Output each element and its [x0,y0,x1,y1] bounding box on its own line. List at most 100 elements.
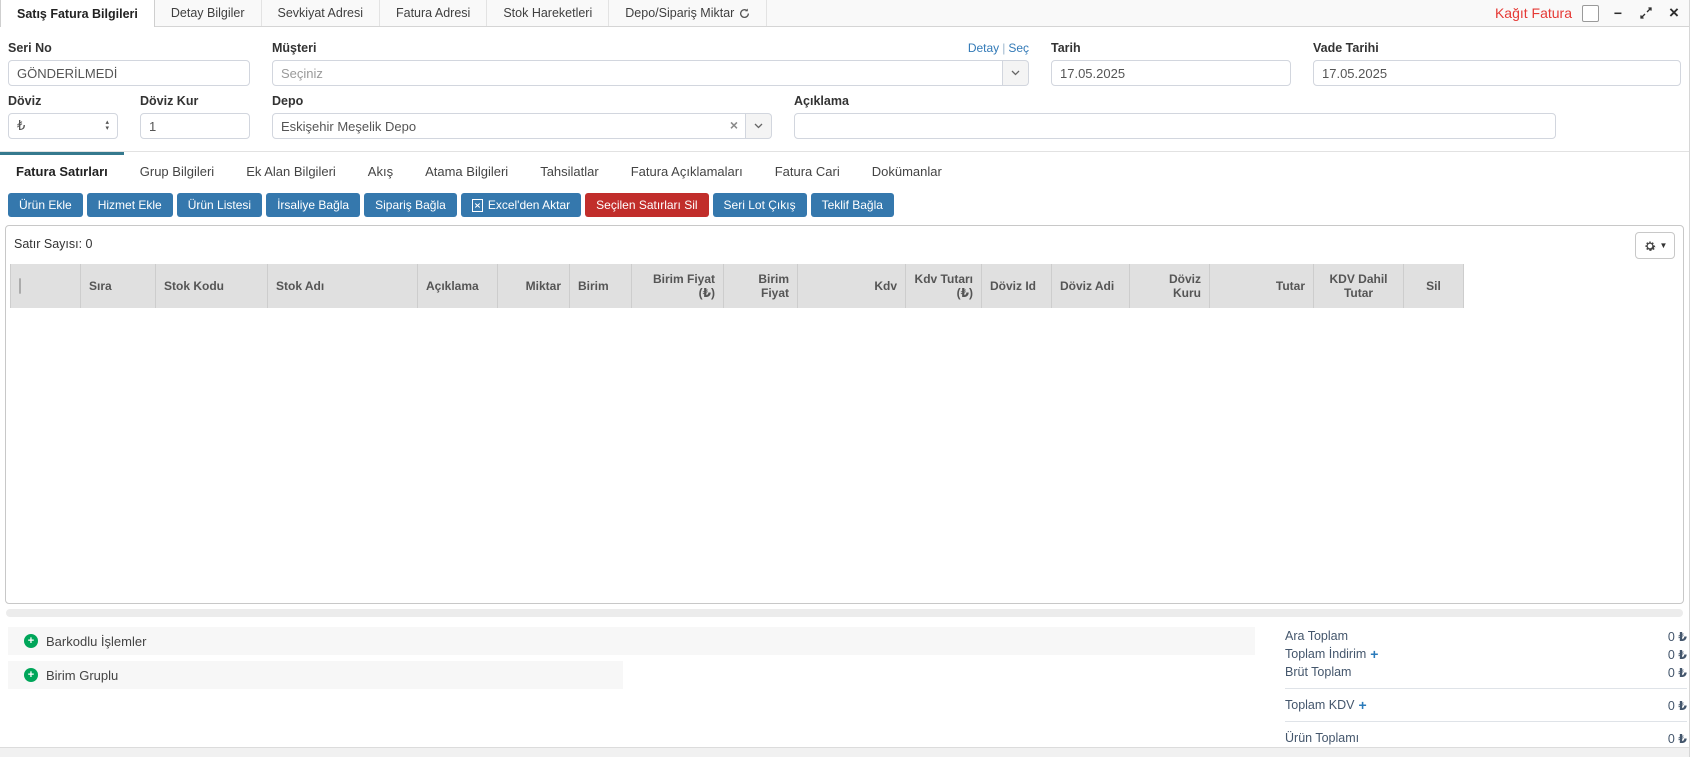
button-label: Seri Lot Çıkış [724,198,796,212]
clear-icon[interactable]: × [730,117,738,133]
tab-grup-bilgileri[interactable]: Grup Bilgileri [124,152,230,185]
barkodlu-islemler-accordion[interactable]: + Barkodlu İşlemler [8,627,1255,655]
gear-icon [1643,239,1657,253]
tab-ek-alan-bilgileri[interactable]: Ek Alan Bilgileri [230,152,352,185]
doviz-kur-input[interactable] [140,113,250,139]
tab-fatura-cari[interactable]: Fatura Cari [759,152,856,185]
seri-lot-cikis-button[interactable]: Seri Lot Çıkış [713,193,807,217]
grid-settings-button[interactable]: ▼ [1635,232,1675,259]
vade-tarihi-label: Vade Tarihi [1313,41,1379,55]
kagit-fatura-toggle-label[interactable]: Kağıt Fatura [1495,5,1572,21]
tab-label: Sevkiyat Adresi [278,6,363,20]
accordion-label: Barkodlu İşlemler [46,634,146,649]
col-birim-fiyat-tl: Birim Fiyat (₺) [632,264,724,308]
tab-label: Satış Fatura Bilgileri [17,7,138,21]
col-doviz-adi: Döviz Adi [1052,264,1130,308]
excelden-aktar-button[interactable]: Excel'den Aktar [461,193,581,217]
col-doviz-kuru: Döviz Kuru [1130,264,1210,308]
musteri-select[interactable]: Seçiniz [272,60,1029,86]
teklif-bagla-button[interactable]: Teklif Bağla [811,193,894,217]
depo-dropdown-toggle[interactable] [746,113,772,139]
vade-tarihi-input[interactable] [1313,60,1681,86]
table-header-row: Sıra Stok Kodu Stok Adı Açıklama Miktar … [11,264,1464,308]
tab-detay-bilgiler[interactable]: Detay Bilgiler [155,0,262,26]
depo-input[interactable] [272,113,746,139]
link-separator: | [1002,41,1005,55]
depo-label: Depo [272,94,303,108]
musteri-links: Detay|Seç [968,41,1029,55]
col-kdv: Kdv [798,264,906,308]
detail-tab-bar: Fatura Satırları Grup Bilgileri Ek Alan … [0,152,1689,185]
chevron-down-icon [754,123,763,129]
col-kdv-dahil-tutar: KDV Dahil Tutar [1314,264,1404,308]
siparis-bagla-button[interactable]: Sipariş Bağla [364,193,457,217]
birim-gruplu-accordion[interactable]: + Birim Gruplu [8,661,623,689]
tarih-input[interactable] [1051,60,1291,86]
excel-icon [472,199,483,212]
window-controls: Kağıt Fatura − × [1495,0,1689,26]
button-label: Excel'den Aktar [488,198,570,212]
col-birim: Birim [570,264,632,308]
secilen-satirlari-sil-button[interactable]: Seçilen Satırları Sil [585,193,708,217]
total-label: Toplam İndirim [1285,647,1366,661]
tab-fatura-adresi[interactable]: Fatura Adresi [380,0,487,26]
maximize-icon[interactable] [1637,4,1655,22]
musteri-dropdown-toggle[interactable] [1003,60,1029,86]
col-aciklama: Açıklama [418,264,498,308]
button-label: İrsaliye Bağla [277,198,349,212]
tab-label: Tahsilatlar [540,164,599,179]
tab-tahsilatlar[interactable]: Tahsilatlar [524,152,615,185]
add-discount-icon[interactable]: + [1370,647,1378,661]
tab-label: Stok Hareketleri [503,6,592,20]
tab-akis[interactable]: Akış [352,152,409,185]
invoice-header-form: Seri No Müşteri Detay|Seç Seçiniz [0,27,1689,152]
chevron-down-icon [1011,70,1020,76]
tab-fatura-aciklamalari[interactable]: Fatura Açıklamaları [615,152,759,185]
urun-listesi-button[interactable]: Ürün Listesi [177,193,262,217]
aciklama-input[interactable] [794,113,1556,139]
urun-ekle-button[interactable]: Ürün Ekle [8,193,83,217]
minimize-button[interactable]: − [1609,4,1627,22]
horizontal-scrollbar[interactable] [6,609,1683,617]
tab-fatura-satirlari[interactable]: Fatura Satırları [0,152,124,185]
col-doviz-id: Döviz Id [982,264,1052,308]
tab-sevkiyat-adresi[interactable]: Sevkiyat Adresi [262,0,380,26]
tab-atama-bilgileri[interactable]: Atama Bilgileri [409,152,524,185]
col-stok-adi: Stok Adı [268,264,418,308]
select-all-checkbox[interactable] [19,278,21,294]
caret-down-icon: ▼ [1660,241,1668,250]
sec-link[interactable]: Seç [1008,41,1029,55]
tab-dokumanlar[interactable]: Dokümanlar [856,152,958,185]
musteri-placeholder: Seçiniz [281,66,323,81]
invoice-lines-grid: Satır Sayısı: 0 ▼ Sıra Stok Kodu Stok Ad… [5,225,1684,604]
hizmet-ekle-button[interactable]: Hizmet Ekle [87,193,173,217]
add-vat-icon[interactable]: + [1358,698,1366,712]
accordion-label: Birim Gruplu [46,668,118,683]
select-stepper-icon: ▴▾ [105,120,109,132]
doviz-label: Döviz [8,94,41,108]
tab-label: Ek Alan Bilgileri [246,164,336,179]
grid-empty-body [6,308,1683,603]
tab-satis-fatura-bilgileri[interactable]: Satış Fatura Bilgileri [0,0,155,27]
total-label: Ürün Toplamı [1285,731,1359,745]
tab-stok-hareketleri[interactable]: Stok Hareketleri [487,0,609,26]
expand-plus-icon: + [24,634,38,648]
total-row-brut-toplam: Brüt Toplam 0 ₺ [1285,663,1687,681]
tab-depo-siparis-miktar[interactable]: Depo/Sipariş Miktar [609,0,767,26]
invoice-lines-table: Sıra Stok Kodu Stok Adı Açıklama Miktar … [10,264,1464,308]
seri-no-input[interactable] [8,60,250,86]
currency-symbol: ₺ [1678,666,1687,680]
detay-link[interactable]: Detay [968,41,999,55]
depo-select[interactable]: × [272,113,772,139]
close-button[interactable]: × [1665,4,1683,22]
tab-label: Fatura Açıklamaları [631,164,743,179]
bottom-section: + Barkodlu İşlemler + Birim Gruplu Ara T… [0,627,1689,747]
col-tutar: Tutar [1210,264,1314,308]
doviz-select[interactable]: ₺ ▴▾ [8,113,118,139]
irsaliye-bagla-button[interactable]: İrsaliye Bağla [266,193,360,217]
col-select [11,264,81,308]
currency-symbol: ₺ [1678,630,1687,644]
tab-label: Fatura Adresi [396,6,470,20]
kagit-fatura-checkbox[interactable] [1582,5,1599,22]
tab-label: Atama Bilgileri [425,164,508,179]
